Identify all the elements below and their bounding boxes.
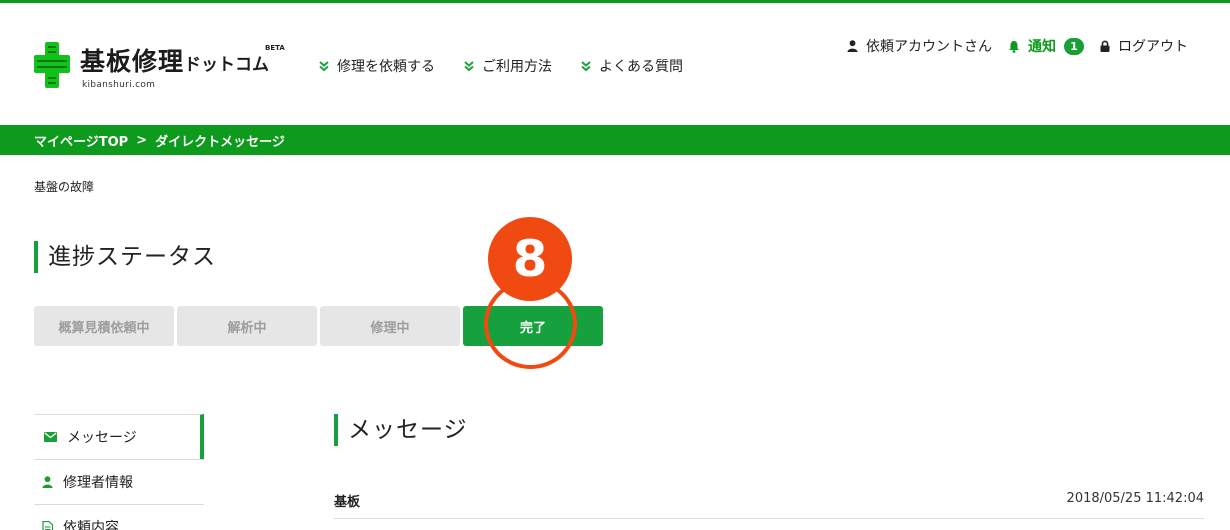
- top-accent-line: [0, 0, 1230, 3]
- annotation-number-badge: 8: [488, 217, 572, 301]
- main-nav: 修理を依頼する ご利用方法 よくある質問: [318, 56, 683, 76]
- user-icon: [847, 40, 858, 52]
- sidebar-item-messages[interactable]: メッセージ: [34, 414, 204, 459]
- nav-label: よくある質問: [599, 59, 683, 75]
- step-repairing: 修理中: [320, 306, 460, 346]
- logo-url: kibanshuri.com: [82, 80, 156, 90]
- nav-faq[interactable]: よくある質問: [580, 56, 683, 76]
- account-bar: 依頼アカウントさん 通知 1 ログアウト: [847, 36, 1188, 56]
- message-row[interactable]: 基板 2018/05/25 11:42:04: [334, 480, 1204, 519]
- step-estimate-requested: 概算見積依頼中: [34, 306, 174, 346]
- sidebar: メッセージ 修理者情報 依頼内容: [34, 414, 204, 530]
- sidebar-item-repairer-info[interactable]: 修理者情報: [34, 459, 204, 504]
- notification-count-badge: 1: [1064, 37, 1084, 55]
- beta-label: BETA: [265, 44, 285, 52]
- sidebar-item-label: 依頼内容: [63, 520, 119, 530]
- breadcrumb-separator: >: [136, 132, 148, 148]
- document-icon: [42, 520, 53, 530]
- lock-icon: [1100, 40, 1110, 52]
- chevron-double-down-icon: [319, 61, 329, 72]
- breadcrumb-current: ダイレクトメッセージ: [155, 134, 285, 150]
- sidebar-item-label: メッセージ: [67, 430, 137, 446]
- step-analyzing: 解析中: [177, 306, 317, 346]
- account-name: 依頼アカウントさん: [866, 39, 992, 55]
- account-user[interactable]: 依頼アカウントさん: [847, 36, 992, 56]
- notification-label: 通知: [1028, 39, 1056, 55]
- breadcrumb: マイページTOP > ダイレクトメッセージ: [0, 125, 1230, 155]
- user-icon: [42, 476, 53, 488]
- message-timestamp: 2018/05/25 11:42:04: [1066, 491, 1204, 506]
- logo-title: 基板修理ドットコム: [80, 47, 270, 76]
- logout-link[interactable]: ログアウト: [1100, 36, 1188, 56]
- messages-heading: メッセージ: [334, 414, 468, 446]
- nav-how-to-use[interactable]: ご利用方法: [463, 56, 552, 76]
- nav-label: 修理を依頼する: [337, 59, 435, 75]
- breadcrumb-mypage-top[interactable]: マイページTOP: [34, 131, 128, 150]
- logout-label: ログアウト: [1118, 39, 1188, 55]
- bell-icon: [1009, 40, 1019, 53]
- chevron-double-down-icon: [581, 61, 591, 72]
- chevron-double-down-icon: [464, 61, 474, 72]
- nav-label: ご利用方法: [482, 59, 552, 75]
- envelope-icon: [44, 432, 57, 442]
- case-title: 基盤の故障: [34, 180, 95, 194]
- logo-cross-icon: [34, 42, 70, 88]
- site-logo[interactable]: 基板修理ドットコム BETA kibanshuri.com: [32, 38, 292, 94]
- sidebar-item-request-details[interactable]: 依頼内容: [34, 504, 204, 530]
- message-sender: 基板: [334, 495, 361, 510]
- nav-request-repair[interactable]: 修理を依頼する: [318, 56, 435, 76]
- progress-status-heading: 進捗ステータス: [34, 241, 216, 273]
- sidebar-item-label: 修理者情報: [63, 475, 133, 491]
- notification-link[interactable]: 通知 1: [1008, 36, 1084, 56]
